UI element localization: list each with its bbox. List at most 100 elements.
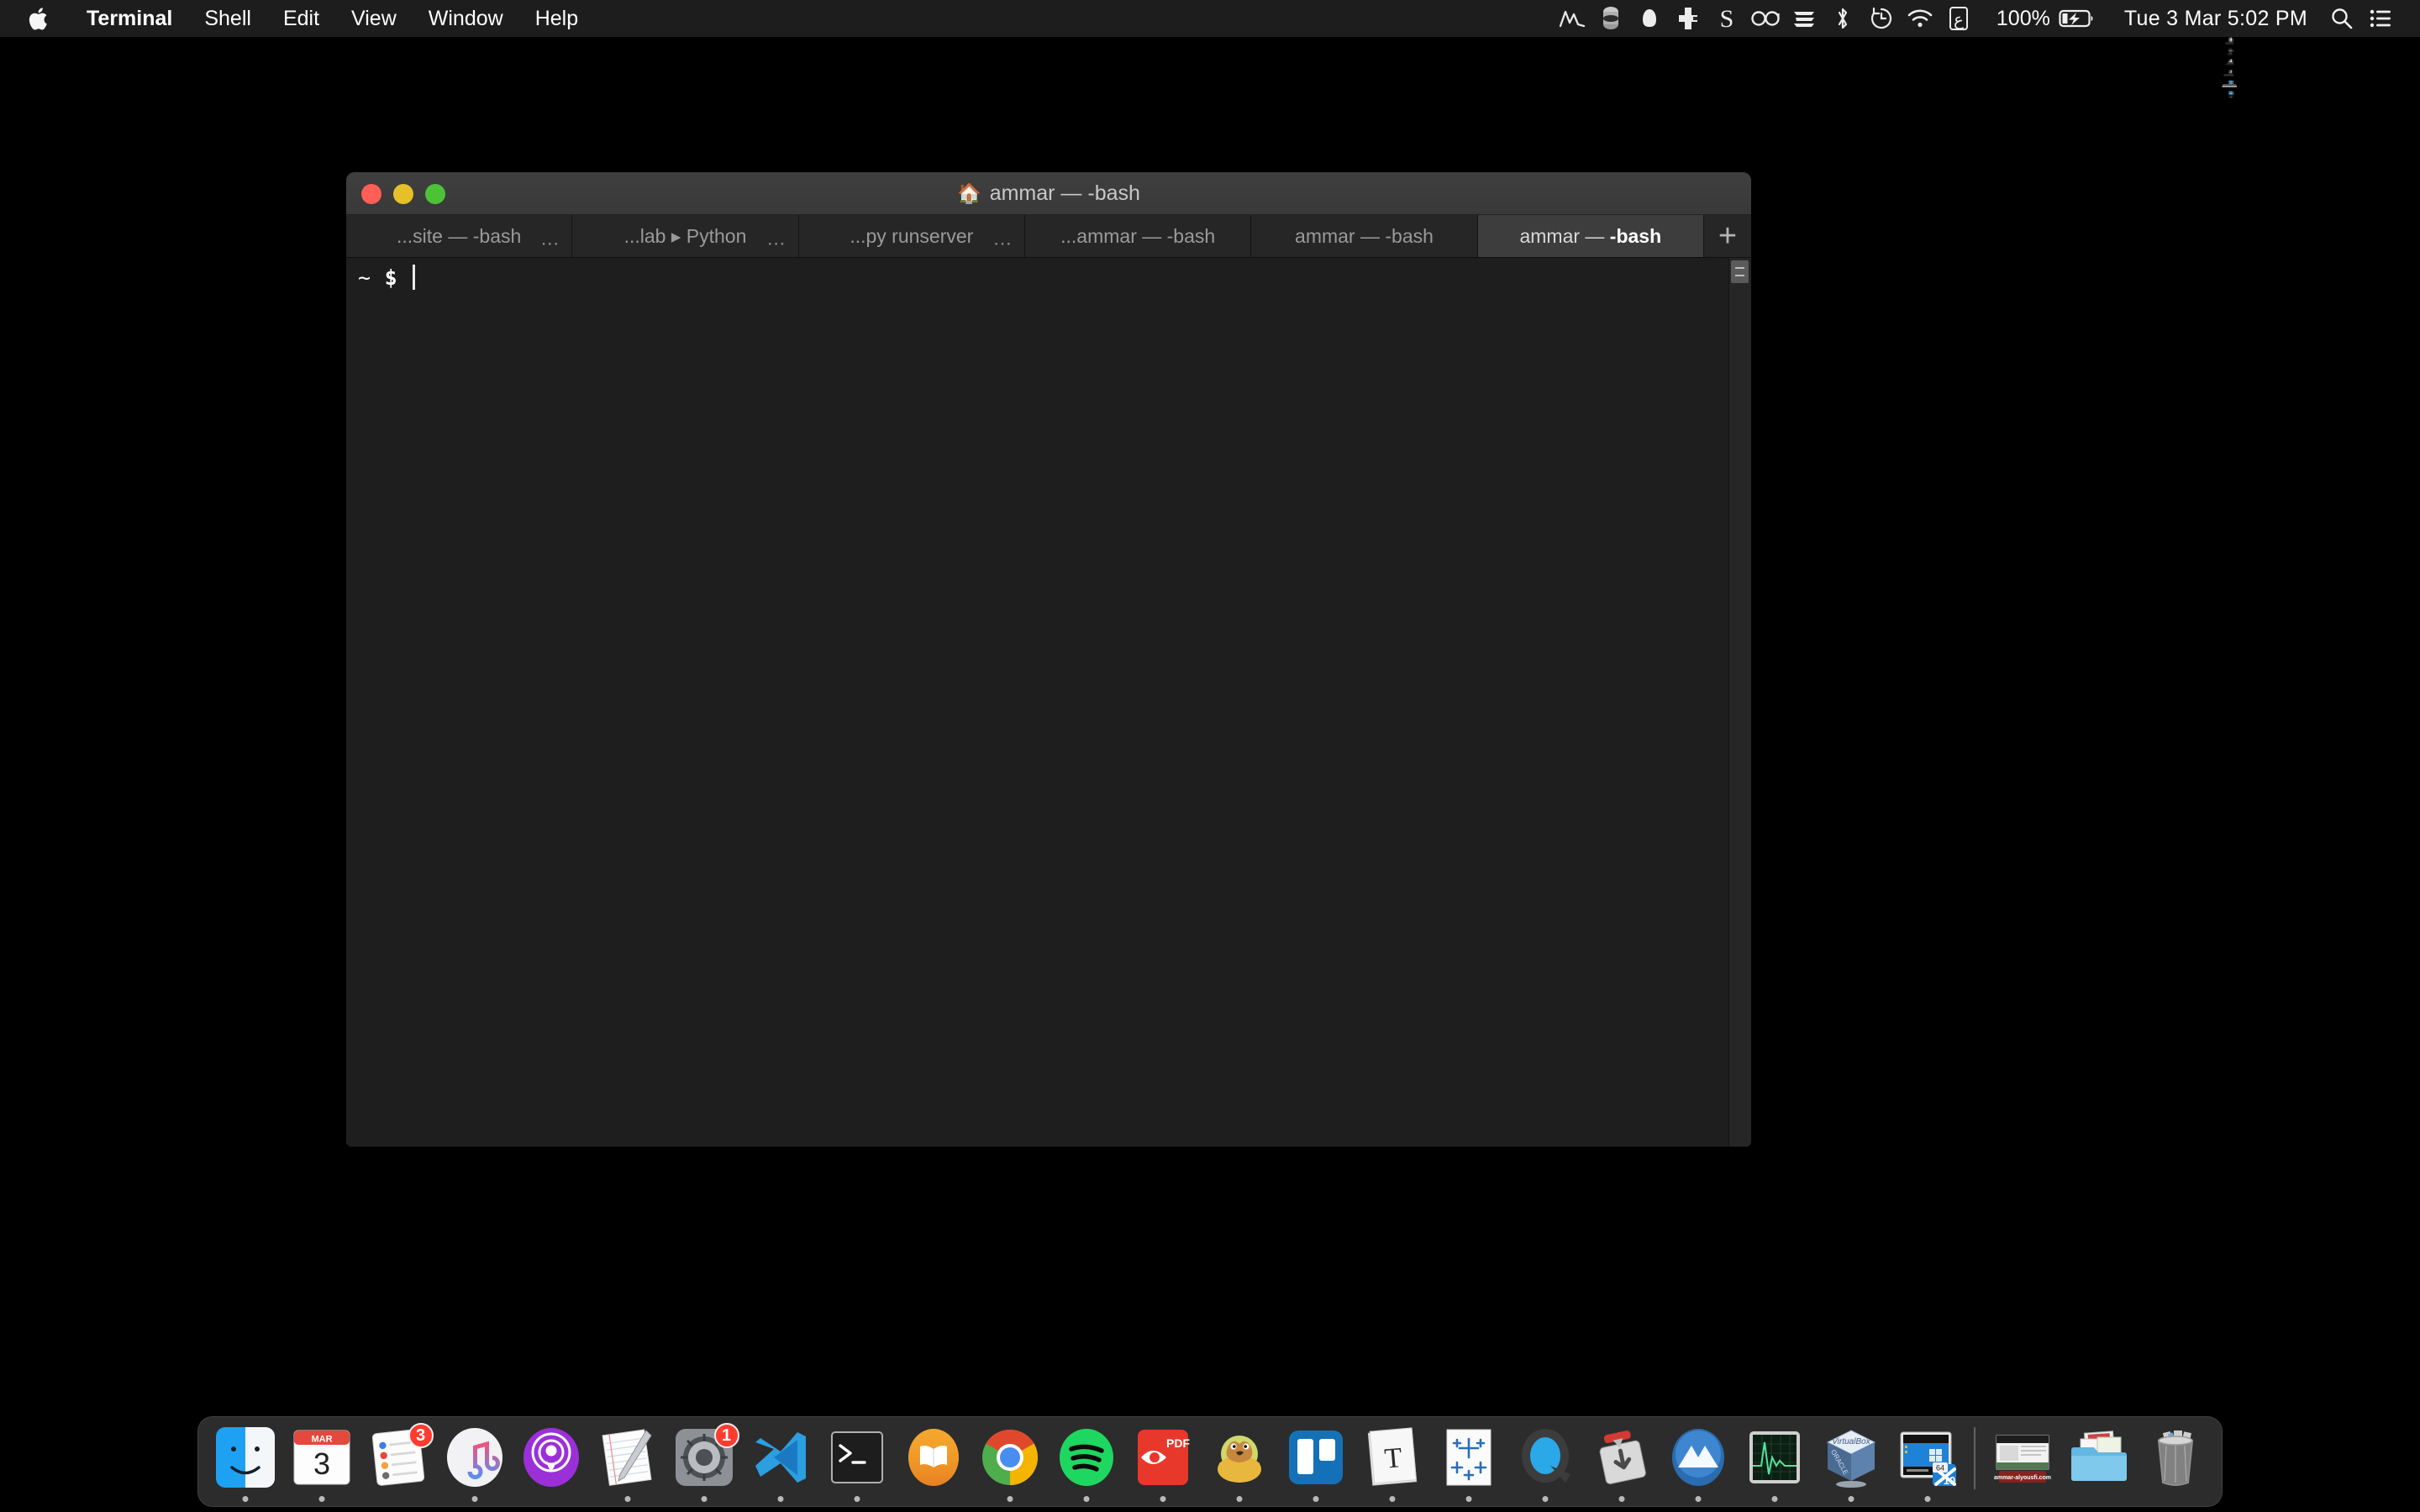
running-indicator [1236, 1496, 1242, 1502]
new-tab-button[interactable]: + [1703, 215, 1751, 257]
running-indicator [1083, 1496, 1089, 1502]
tab-site-bash[interactable]: ...site — -bash ⋯ [346, 215, 573, 257]
dock-item-trash[interactable] [2137, 1422, 2213, 1506]
tab-py-runserver[interactable]: ...py runserver ⋯ [798, 215, 1025, 257]
podcasts-icon [519, 1425, 583, 1489]
menu-view[interactable]: View [335, 0, 413, 37]
dock-item-transmission[interactable] [1583, 1422, 1660, 1506]
tab-label: ...site — -bash [397, 224, 522, 247]
dock-item-vs-code[interactable] [742, 1422, 818, 1506]
dock-item-website-stack[interactable]: ammar-alyousfi.com [1984, 1422, 2060, 1506]
dock-item-windows-vm[interactable]: 64 10 [1889, 1422, 1965, 1506]
search-icon[interactable] [2323, 0, 2361, 37]
menu-shell[interactable]: Shell [188, 0, 267, 37]
badge-count: 3 [408, 1423, 434, 1448]
close-button[interactable] [361, 183, 381, 204]
terminal-content-area[interactable]: ~ $ [346, 258, 1751, 1147]
tab-ammar-bash-1[interactable]: ...ammar — -bash [1024, 215, 1252, 257]
wifi-icon[interactable] [1901, 0, 1939, 37]
dock-item-calendar[interactable]: MAR 3 [283, 1422, 360, 1506]
tab-ammar-bash-active[interactable]: ammar — -bash [1477, 215, 1704, 257]
terminal-window[interactable]: 🏠 ammar — -bash ...site — -bash ⋯ ...lab… [346, 172, 1751, 1147]
layers-icon[interactable] [1785, 0, 1823, 37]
dock-item-podcasts[interactable] [513, 1422, 589, 1506]
dock-item-itunes[interactable] [436, 1422, 513, 1506]
running-indicator [1542, 1496, 1548, 1502]
scrollbar-thumb[interactable] [1731, 260, 1749, 283]
tab-label: ...ammar — -bash [1060, 224, 1216, 247]
running-indicator [701, 1496, 707, 1502]
home-icon: 🏠 [957, 181, 981, 204]
tab-overflow-dots[interactable]: ⋯ [993, 234, 1013, 253]
dock-item-chrome[interactable] [971, 1422, 1048, 1506]
dock-item-tableau[interactable] [1430, 1422, 1507, 1506]
maximize-button[interactable] [425, 183, 445, 204]
bluetooth-icon[interactable] [1823, 0, 1862, 37]
dock: MAR 3 3 1 PDF T VirtualBox ORACLE 64 10 … [197, 1416, 2223, 1507]
dock-item-spotify[interactable] [1048, 1422, 1124, 1506]
tab-ammar-bash-2[interactable]: ammar — -bash [1251, 215, 1478, 257]
menu-help[interactable]: Help [519, 0, 594, 37]
menu-edit[interactable]: Edit [267, 0, 335, 37]
tab-bar: ...site — -bash ⋯ ...lab ▸ Python ⋯ ...p… [346, 215, 1751, 258]
chrome-icon [978, 1425, 1042, 1489]
reminders-icon: 3 [366, 1423, 434, 1489]
dock-item-goland[interactable] [1201, 1422, 1277, 1506]
dock-item-documents-folder[interactable] [2060, 1422, 2137, 1506]
hourglass-icon[interactable] [1591, 0, 1630, 37]
system-preferences-icon: 1 [672, 1423, 739, 1489]
s-letter-icon[interactable]: S [1707, 0, 1746, 37]
tab-lab-python[interactable]: ...lab ▸ Python ⋯ [572, 215, 799, 257]
dock-item-reminders[interactable]: 3 [360, 1422, 436, 1506]
tab-label: ammar — -bash [1519, 224, 1662, 247]
tab-overflow-dots[interactable]: ⋯ [767, 234, 786, 253]
control-center-icon[interactable] [2361, 0, 2400, 37]
tab-overflow-dots[interactable]: ⋯ [540, 234, 560, 253]
apple-menu-icon[interactable] [27, 4, 52, 33]
vm-version: 10 [1943, 1474, 1954, 1487]
running-indicator [1618, 1496, 1624, 1502]
dock-item-nordvpn[interactable] [1660, 1422, 1736, 1506]
glasses-icon[interactable] [1746, 0, 1785, 37]
scrollbar-grip-icon [1735, 267, 1744, 276]
istat-graph-icon[interactable] [1553, 0, 1591, 37]
windows-vm-icon: 64 10 [1896, 1425, 1960, 1489]
menu-window[interactable]: Window [413, 0, 519, 37]
dock-item-trello[interactable] [1277, 1422, 1354, 1506]
badge-count: 1 [713, 1423, 739, 1448]
dropbox-cloud-icon[interactable] [1630, 0, 1669, 37]
calendar-day: 3 [313, 1446, 329, 1481]
shell-prompt-line: ~ $ [358, 265, 1751, 290]
time-machine-icon[interactable] [1862, 0, 1901, 37]
battery-charging-icon[interactable] [2057, 0, 2096, 37]
dock-item-system-preferences[interactable]: 1 [666, 1422, 742, 1506]
activity-monitor-icon [1743, 1425, 1807, 1489]
terminal-icon [825, 1425, 889, 1489]
minimize-button[interactable] [393, 183, 413, 204]
vm-bits: 64 [1935, 1464, 1944, 1473]
menu-terminal[interactable]: Terminal [71, 0, 188, 37]
battery-percentage: 100% [1996, 6, 2050, 30]
vertical-scrollbar[interactable] [1728, 258, 1751, 1147]
arabic-glyph-icon[interactable]: ع [1939, 0, 1978, 37]
dock-item-activity-monitor[interactable] [1736, 1422, 1812, 1506]
dock-item-finder[interactable] [207, 1422, 283, 1506]
dock-item-textedit[interactable]: T [1354, 1422, 1430, 1506]
plus-medical-icon[interactable] [1669, 0, 1707, 37]
textedit-icon: T [1360, 1425, 1424, 1489]
svg-text:VirtualBox: VirtualBox [1832, 1437, 1870, 1446]
running-indicator [1389, 1496, 1395, 1502]
window-title: 🏠 ammar — -bash [346, 181, 1751, 206]
dock-item-quicktime[interactable] [1507, 1422, 1583, 1506]
menu-bar-clock[interactable]: Tue 3 Mar 5:02 PM [2118, 0, 2314, 37]
window-titlebar[interactable]: 🏠 ammar — -bash [346, 172, 1751, 215]
running-indicator [777, 1496, 783, 1502]
dock-item-notes[interactable] [589, 1422, 666, 1506]
running-indicator [1848, 1496, 1854, 1502]
trash-icon [2144, 1425, 2207, 1489]
dock-item-terminal[interactable] [818, 1422, 895, 1506]
dock-item-virtualbox[interactable]: VirtualBox ORACLE [1812, 1422, 1889, 1506]
dock-item-pdf-expert[interactable]: PDF [1124, 1422, 1201, 1506]
spotify-icon [1055, 1425, 1118, 1489]
dock-item-books[interactable] [895, 1422, 971, 1506]
